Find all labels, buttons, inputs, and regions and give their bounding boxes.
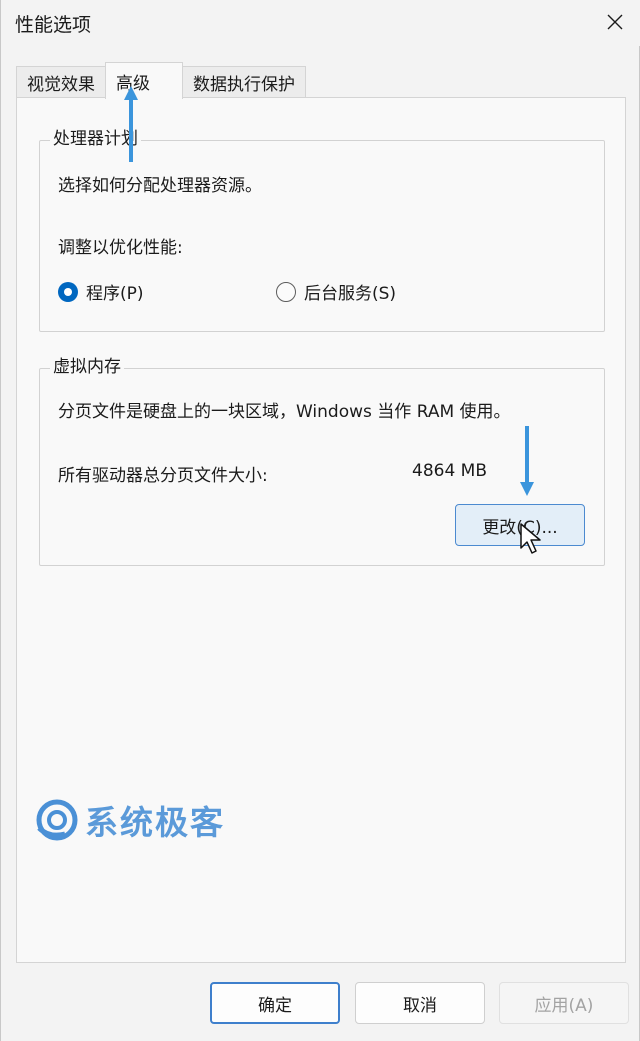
- radio-unchecked-icon: [276, 281, 296, 302]
- watermark: 系统极客: [35, 796, 225, 844]
- processor-description: 选择如何分配处理器资源。: [58, 176, 262, 196]
- radio-background-services-label: 后台服务(S): [304, 284, 397, 304]
- tab-advanced[interactable]: 高级: [105, 62, 183, 99]
- adjust-performance-label: 调整以优化性能:: [58, 238, 183, 258]
- radio-background-services[interactable]: 后台服务(S): [276, 279, 396, 304]
- apply-button[interactable]: 应用(A): [499, 982, 629, 1024]
- tab-data-execution-prevention[interactable]: 数据执行保护: [182, 66, 306, 98]
- paging-file-total-label: 所有驱动器总分页文件大小:: [58, 466, 268, 486]
- arrow-up-icon: [124, 86, 138, 162]
- mouse-cursor-icon: [520, 523, 541, 554]
- radio-programs[interactable]: 程序(P): [58, 279, 144, 304]
- tab-visual-effects[interactable]: 视觉效果: [16, 66, 106, 98]
- virtual-memory-description: 分页文件是硬盘上的一块区域，Windows 当作 RAM 使用。: [58, 402, 511, 422]
- close-icon: [607, 14, 623, 30]
- close-button[interactable]: [599, 6, 631, 38]
- window-title: 性能选项: [15, 14, 92, 36]
- paging-file-total-value: 4864 MB: [412, 461, 487, 481]
- tab-strip: 视觉效果 高级 数据执行保护: [1, 62, 640, 99]
- radio-checked-icon: [58, 281, 78, 302]
- arrow-down-icon: [520, 426, 534, 496]
- radio-programs-label: 程序(P): [86, 284, 144, 304]
- ok-button[interactable]: 确定: [210, 982, 340, 1024]
- cancel-button[interactable]: 取消: [355, 982, 485, 1024]
- title-bar: 性能选项: [1, 0, 640, 46]
- processor-scheduling-group: 处理器计划 选择如何分配处理器资源。 调整以优化性能: 程序(P) 后台服务(S…: [39, 128, 605, 332]
- virtual-memory-legend: 虚拟内存: [50, 356, 124, 378]
- logo-icon: [36, 799, 78, 841]
- performance-options-dialog: 性能选项 视觉效果 高级 数据执行保护 处理器计划 选择如何分配处理器资源。 调…: [0, 0, 640, 1041]
- watermark-text: 系统极客: [85, 803, 225, 842]
